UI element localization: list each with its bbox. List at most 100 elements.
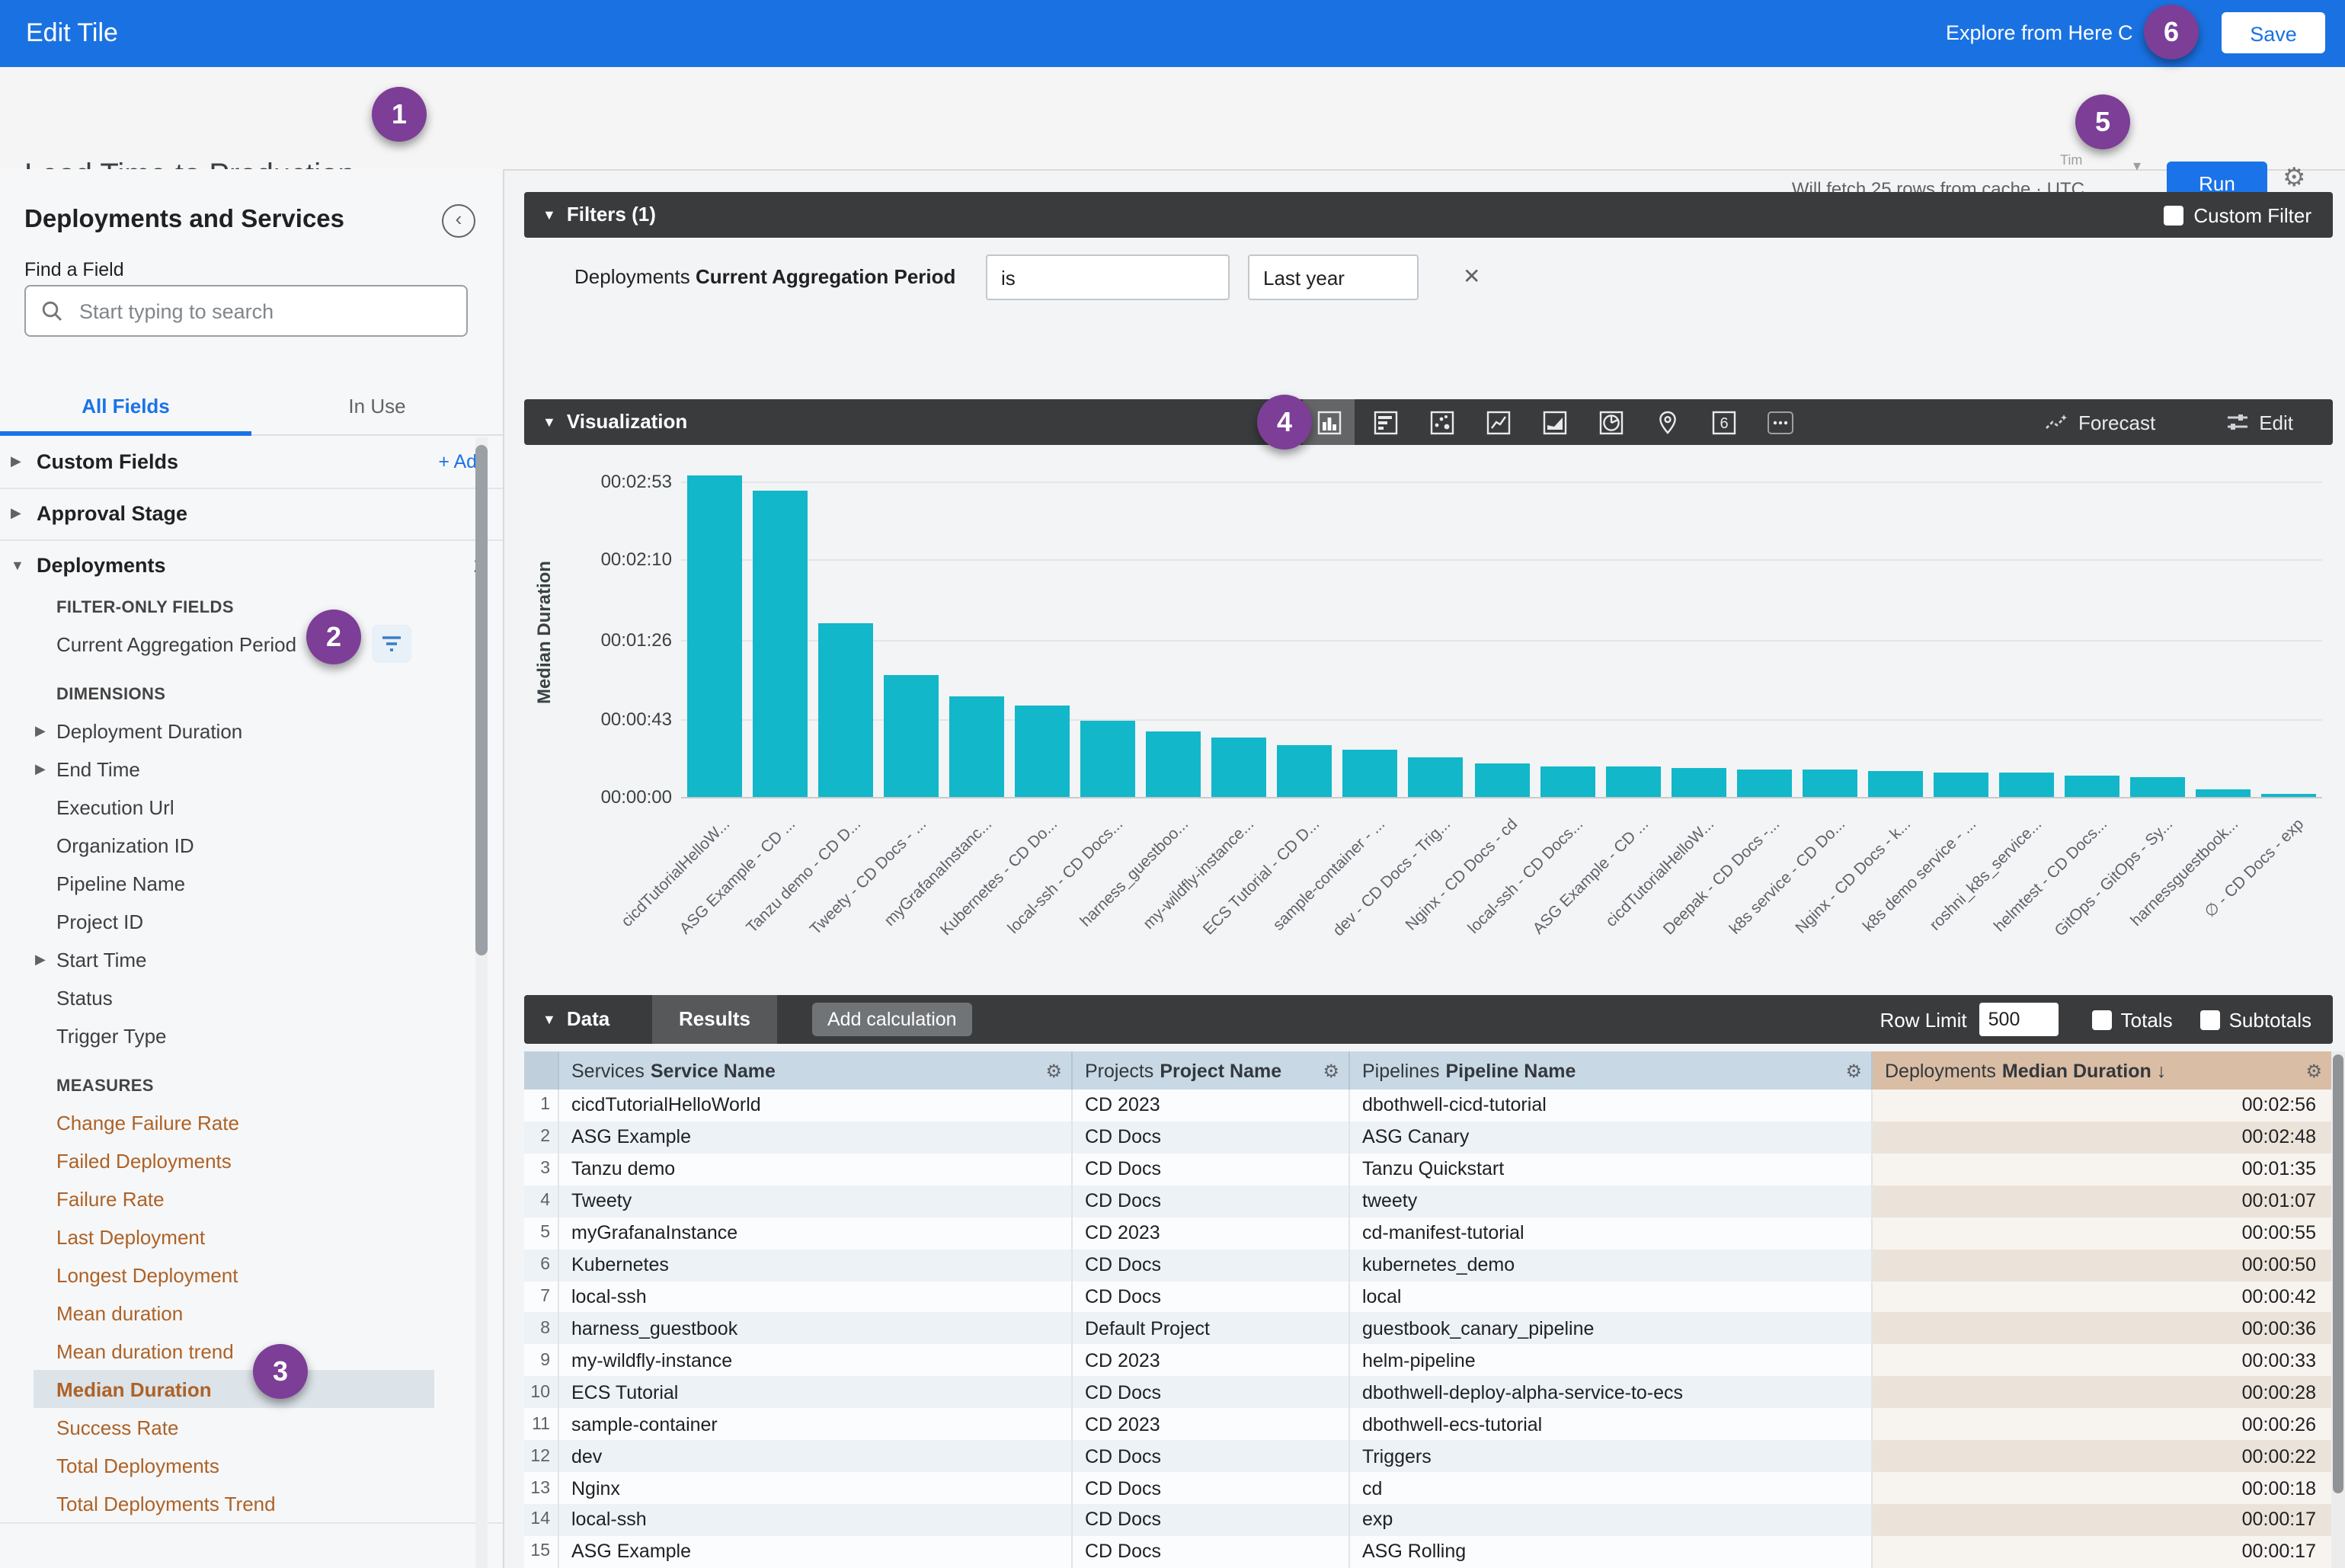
sidebar-field-project-id[interactable]: Project ID — [0, 902, 503, 940]
bar-local-ssh - CD Docs...[interactable] — [1080, 720, 1135, 797]
bar-sample-container - ...[interactable] — [1343, 750, 1398, 797]
sidebar-field-start-time[interactable]: ▶Start Time — [0, 940, 503, 978]
sidebar-field-pipeline-name[interactable]: Pipeline Name — [0, 864, 503, 902]
viz-type-bar-icon[interactable] — [1367, 399, 1403, 445]
sidebar-field-mean-duration[interactable]: Mean duration — [0, 1294, 503, 1332]
chevron-right-icon[interactable]: ▶ — [11, 453, 21, 470]
data-section-bar[interactable]: ▼Data Results Add calculation Row Limit … — [524, 995, 2333, 1044]
query-settings-gear-icon[interactable]: ⚙ — [2283, 163, 2306, 194]
column-header-median-duration-[interactable]: DeploymentsMedian Duration ↓⚙ — [1873, 1051, 2333, 1090]
sidebar-group-deployments[interactable]: ▼Deployments2 — [0, 539, 503, 591]
bar-∅ - CD Docs - exp[interactable] — [2262, 793, 2317, 797]
collapse-triangle-icon[interactable]: ▼ — [542, 1012, 556, 1027]
bar-Tanzu demo - CD D...[interactable] — [817, 624, 872, 797]
column-header-service-name[interactable]: ServicesService Name⚙ — [559, 1051, 1073, 1090]
cancel-link[interactable]: C — [2118, 21, 2133, 44]
table-row[interactable]: 14local-sshCD Docsexp00:00:17 — [524, 1504, 2333, 1536]
table-row[interactable]: 1cicdTutorialHelloWorldCD 2023dbothwell-… — [524, 1090, 2333, 1122]
column-gear-icon[interactable]: ⚙ — [1323, 1060, 1348, 1081]
add-calculation-button[interactable]: Add calculation — [812, 1003, 972, 1036]
sidebar-field-end-time[interactable]: ▶End Time — [0, 750, 503, 788]
chevron-right-icon[interactable]: ▶ — [35, 951, 46, 968]
table-row[interactable]: 11sample-containerCD 2023dbothwell-ecs-t… — [524, 1408, 2333, 1440]
table-row[interactable]: 13NginxCD Docscd00:00:18 — [524, 1472, 2333, 1504]
forecast-button[interactable]: Forecast — [2045, 411, 2155, 434]
sidebar-field-median-duration[interactable]: Median Duration — [0, 1370, 503, 1408]
bar-chart[interactable]: 00:00:0000:00:4300:01:2600:02:1000:02:53… — [524, 445, 2345, 995]
bar-roshni_k8s_service...[interactable] — [1999, 773, 2054, 797]
bar-my-wildfly-instance...[interactable] — [1211, 737, 1266, 797]
viz-type-more-icon[interactable] — [1761, 399, 1798, 445]
table-row[interactable]: 9my-wildfly-instanceCD 2023helm-pipeline… — [524, 1345, 2333, 1377]
bar-Nginx - CD Docs - k...[interactable] — [1868, 771, 1923, 797]
collapse-triangle-icon[interactable]: ▼ — [542, 207, 556, 222]
totals-checkbox[interactable] — [2092, 1010, 2112, 1029]
viz-type-pie-icon[interactable] — [1592, 399, 1629, 445]
bar-Tweety - CD Docs - ...[interactable] — [884, 675, 939, 797]
sidebar-field-organization-id[interactable]: Organization ID — [0, 826, 503, 864]
filter-by-field-button[interactable] — [372, 625, 411, 663]
sidebar-field-status[interactable]: Status — [0, 978, 503, 1016]
tab-all-fields[interactable]: All Fields — [0, 379, 251, 434]
viz-type-line-icon[interactable] — [1480, 399, 1516, 445]
sidebar-field-failed-deployments[interactable]: Failed Deployments — [0, 1141, 503, 1179]
table-row[interactable]: 5myGrafanaInstanceCD 2023cd-manifest-tut… — [524, 1217, 2333, 1249]
timezone-chevron-down-icon[interactable]: ▾ — [2133, 158, 2141, 175]
table-row[interactable]: 6KubernetesCD Docskubernetes_demo00:00:5… — [524, 1249, 2333, 1281]
viz-type-area-icon[interactable] — [1536, 399, 1572, 445]
sidebar-field-total-deployments[interactable]: Total Deployments — [0, 1446, 503, 1484]
table-row[interactable]: 10ECS TutorialCD Docsdbothwell-deploy-al… — [524, 1377, 2333, 1409]
filters-section-bar[interactable]: ▼Filters (1) Custom Filter — [524, 192, 2333, 238]
sidebar-field-success-rate[interactable]: Success Rate — [0, 1408, 503, 1446]
table-row[interactable]: 3Tanzu demoCD DocsTanzu Quickstart00:01:… — [524, 1154, 2333, 1186]
bar-helmtest - CD Docs...[interactable] — [2065, 775, 2119, 797]
bar-GitOps - GitOps - Sy...[interactable] — [2131, 777, 2186, 797]
table-row[interactable]: 7local-sshCD Docslocal00:00:42 — [524, 1281, 2333, 1313]
sidebar-group-approval-stage[interactable]: ▶Approval Stage — [0, 488, 503, 539]
sidebar-field-total-deployments-trend[interactable]: Total Deployments Trend — [0, 1484, 503, 1522]
sidebar-field-current-aggregation-period[interactable]: Current Aggregation Period — [0, 625, 503, 663]
tab-in-use[interactable]: In Use — [251, 379, 503, 434]
column-header-project-name[interactable]: ProjectsProject Name⚙ — [1073, 1051, 1350, 1090]
chevron-right-icon[interactable]: ▶ — [35, 760, 46, 777]
chevron-right-icon[interactable]: ▶ — [35, 722, 46, 739]
filter-operator-select[interactable]: is — [986, 254, 1230, 300]
bar-Nginx - CD Docs - cd[interactable] — [1474, 764, 1529, 797]
bar-k8s service - CD Do...[interactable] — [1803, 770, 1857, 797]
save-button[interactable]: Save — [2222, 12, 2325, 53]
row-limit-input[interactable] — [1979, 1003, 2059, 1036]
collapse-sidebar-icon[interactable]: ‹ — [442, 204, 475, 238]
column-gear-icon[interactable]: ⚙ — [1845, 1060, 1871, 1081]
remove-filter-icon[interactable]: ✕ — [1463, 264, 1480, 290]
bar-harness_guestboo...[interactable] — [1146, 731, 1201, 797]
filter-value-input[interactable]: Last year — [1248, 254, 1419, 300]
table-row[interactable]: 2ASG ExampleCD DocsASG Canary00:02:48 — [524, 1122, 2333, 1154]
table-row[interactable]: 15ASG ExampleCD DocsASG Rolling00:00:17 — [524, 1536, 2333, 1568]
subtotals-checkbox[interactable] — [2200, 1010, 2220, 1029]
table-row[interactable]: 12devCD DocsTriggers00:00:22 — [524, 1440, 2333, 1472]
sidebar-group-custom-fields[interactable]: ▶Custom Fields+ Add — [0, 436, 503, 488]
viz-type-scatter-icon[interactable] — [1423, 399, 1460, 445]
table-row[interactable]: 4TweetyCD Docstweety00:01:07 — [524, 1186, 2333, 1218]
bar-ASG Example - CD ...[interactable] — [1605, 766, 1660, 797]
bar-harnessguestbook...[interactable] — [2196, 789, 2251, 797]
bar-dev - CD Docs - Trig...[interactable] — [1409, 757, 1464, 797]
field-search-box[interactable] — [24, 285, 468, 337]
bar-ECS Tutorial - CD D...[interactable] — [1278, 746, 1332, 797]
viz-type-map-icon[interactable] — [1649, 399, 1685, 445]
sidebar-field-execution-url[interactable]: Execution Url — [0, 788, 503, 826]
sidebar-field-last-deployment[interactable]: Last Deployment — [0, 1218, 503, 1256]
chevron-right-icon[interactable]: ▶ — [11, 505, 21, 522]
sidebar-scrollbar-thumb[interactable] — [475, 445, 488, 955]
visualization-section-bar[interactable]: ▼Visualization 6 Forecast Edit — [524, 399, 2333, 445]
sidebar-field-longest-deployment[interactable]: Longest Deployment — [0, 1256, 503, 1294]
collapse-triangle-icon[interactable]: ▼ — [542, 414, 556, 430]
sidebar-field-mean-duration-trend[interactable]: Mean duration trend — [0, 1332, 503, 1370]
sidebar-field-change-failure-rate[interactable]: Change Failure Rate — [0, 1103, 503, 1141]
custom-filter-checkbox[interactable] — [2163, 205, 2183, 225]
bar-cicdTutorialHelloW...[interactable] — [686, 476, 741, 797]
bar-myGrafanaInstanc...[interactable] — [949, 696, 1004, 797]
bar-local-ssh - CD Docs...[interactable] — [1540, 766, 1595, 797]
chevron-down-icon[interactable]: ▼ — [11, 558, 24, 573]
explore-from-here-link[interactable]: Explore from Here — [1946, 21, 2113, 44]
